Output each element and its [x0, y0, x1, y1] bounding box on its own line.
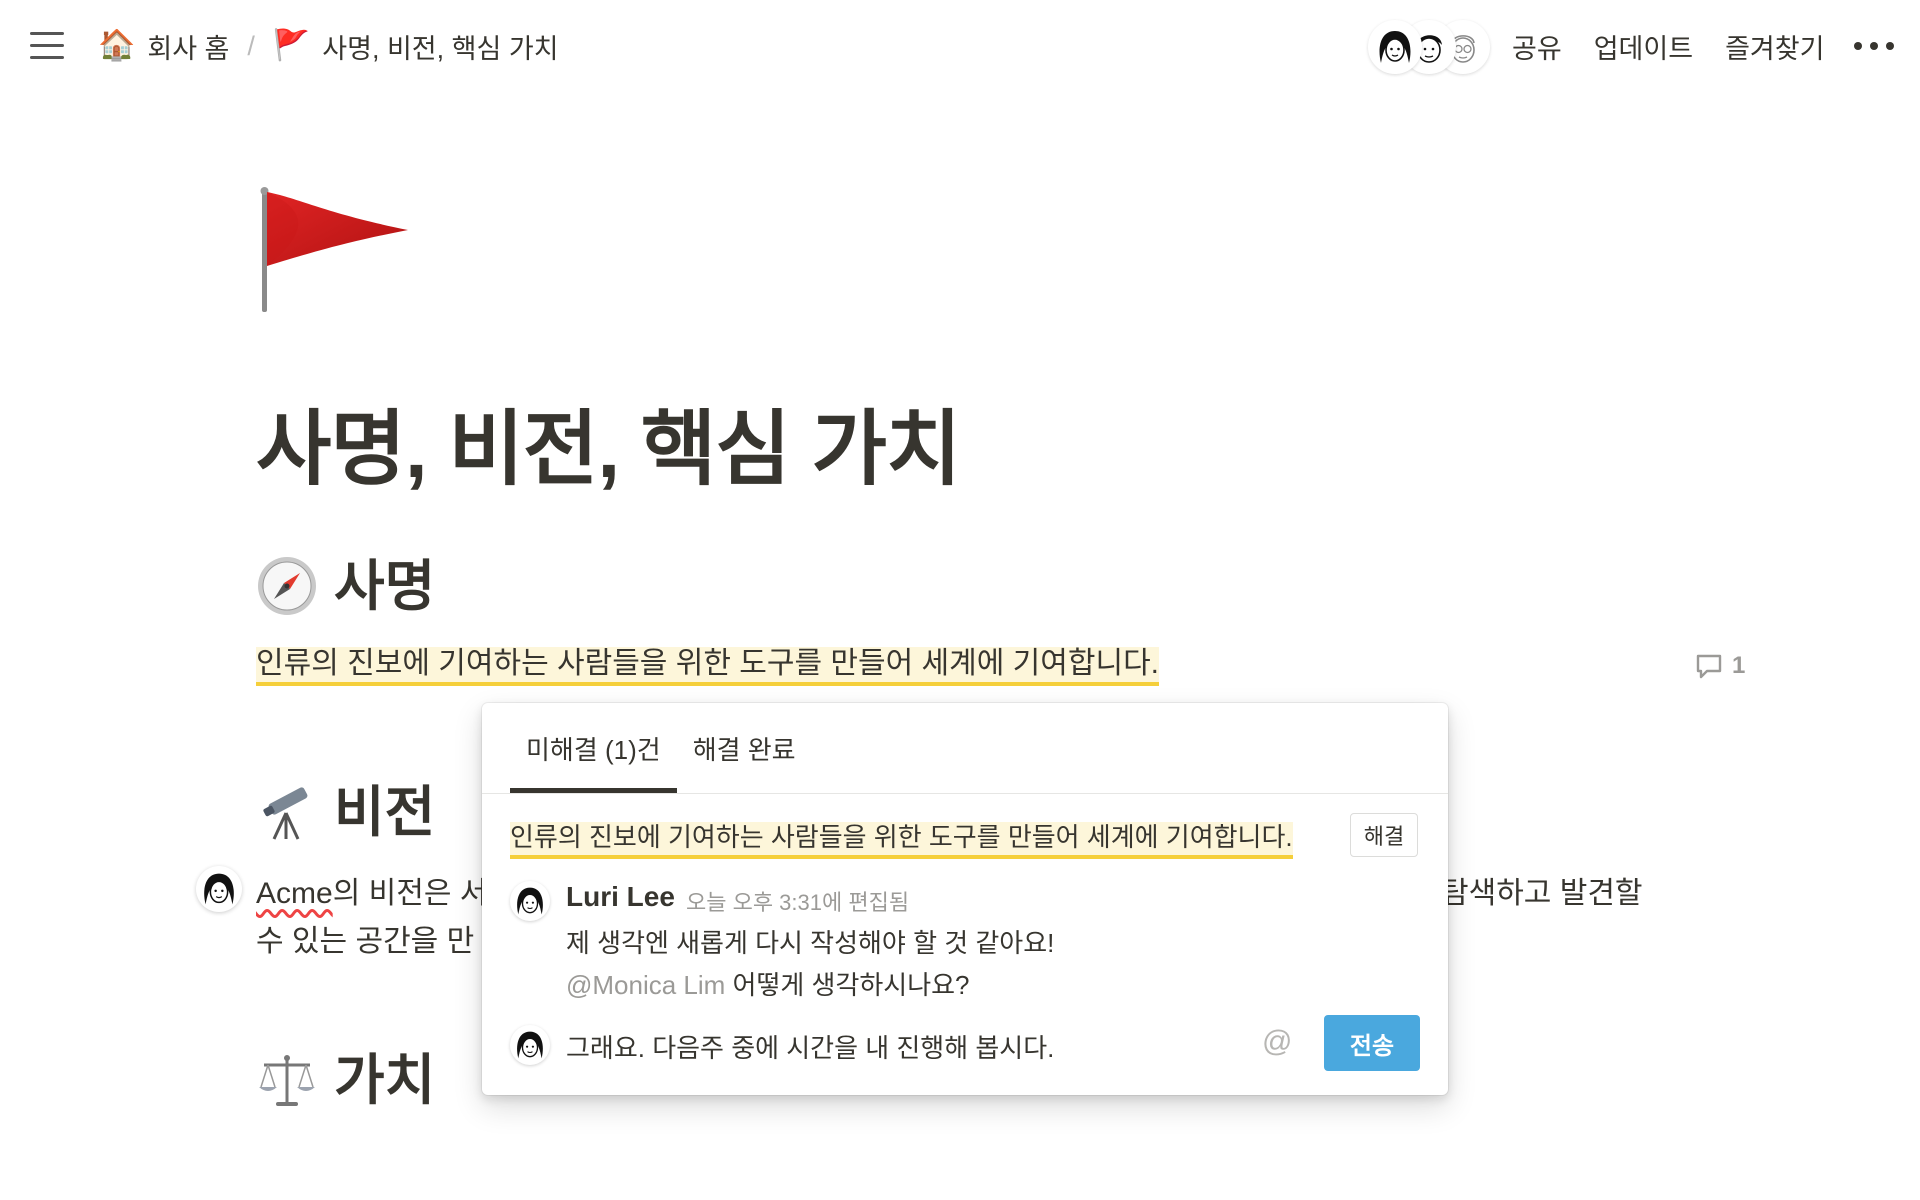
- resolve-button[interactable]: 해결: [1350, 813, 1418, 857]
- comment-popup: 미해결 (1)건 해결 완료 인류의 진보에 기여하는 사람들을 위한 도구를 …: [482, 703, 1448, 1095]
- send-button[interactable]: 전송: [1324, 1015, 1420, 1071]
- share-button[interactable]: 공유: [1512, 27, 1562, 66]
- woman-face-icon: [517, 887, 543, 915]
- dot: [1886, 42, 1894, 50]
- user-mention[interactable]: @Monica Lim: [566, 970, 725, 1000]
- top-actions: 공유 업데이트 즐겨찾기: [1512, 24, 1856, 68]
- red-flag-icon[interactable]: [258, 186, 418, 316]
- values-heading-text: 가치: [334, 1049, 436, 1111]
- compass-icon: [258, 557, 316, 615]
- more-options-button[interactable]: [1854, 30, 1894, 62]
- collaborator-avatars[interactable]: [1368, 20, 1490, 74]
- woman-face-icon: [517, 1031, 543, 1059]
- comment-author-name[interactable]: Luri Lee: [566, 881, 675, 913]
- breadcrumb-label: 사명, 비전, 핵심 가치: [322, 33, 559, 64]
- commented-text-highlight[interactable]: 인류의 진보에 기여하는 사람들을 위한 도구를 만들어 세계에 기여합니다.: [256, 647, 1160, 686]
- avatar[interactable]: [510, 881, 550, 921]
- values-heading: 가치: [256, 1044, 435, 1116]
- mission-paragraph[interactable]: 인류의 진보에 기여하는 사람들을 위한 도구를 만들어 세계에 기여합니다.: [256, 642, 1160, 686]
- dot: [1870, 42, 1878, 50]
- vision-line-1: Acme의 비전은 서: [256, 870, 487, 918]
- comment-body-line-2: @Monica Lim 어떻게 생각하시나요?: [566, 965, 970, 1005]
- breadcrumb-item-company-home[interactable]: 🏠 회사 홈: [98, 27, 229, 66]
- updates-button[interactable]: 업데이트: [1594, 27, 1693, 66]
- quoted-text-highlight: 인류의 진보에 기여하는 사람들을 위한 도구를 만들어 세계에 기여합니다.: [510, 822, 1293, 859]
- divider: [482, 793, 1448, 794]
- breadcrumb-item-current-page[interactable]: 🚩 사명, 비전, 핵심 가치: [273, 27, 559, 66]
- comment-quote: 인류의 진보에 기여하는 사람들을 위한 도구를 만들어 세계에 기여합니다.: [510, 817, 1293, 859]
- breadcrumb-separator: /: [247, 30, 255, 61]
- vision-text-start: 의 비전은: [332, 877, 460, 910]
- breadcrumb: 🏠 회사 홈 / 🚩 사명, 비전, 핵심 가치: [98, 24, 559, 68]
- comment-author-avatar[interactable]: [196, 866, 242, 912]
- avatar[interactable]: [1368, 20, 1422, 74]
- mission-heading-text: 사명: [334, 555, 436, 617]
- woman-face-icon: [204, 873, 234, 905]
- vision-heading: 비전: [256, 776, 435, 848]
- vision-line-1-tail: 탐색하고 발견할: [1441, 877, 1643, 910]
- breadcrumb-label: 회사 홈: [147, 33, 230, 64]
- reply-input[interactable]: [566, 1025, 1226, 1067]
- favorite-button[interactable]: 즐겨찾기: [1725, 27, 1824, 66]
- page-title: 사명, 비전, 핵심 가치: [256, 404, 961, 495]
- sidebar-menu-button[interactable]: [30, 32, 64, 60]
- red-flag-icon: 🚩: [272, 29, 311, 62]
- top-bar: 🏠 회사 홈 / 🚩 사명, 비전, 핵심 가치 공유 업데이트 즐겨찾기: [0, 0, 1920, 92]
- house-icon: 🏠: [98, 29, 136, 62]
- mission-heading: 사명: [256, 550, 435, 622]
- comment-body-line-2-text: 어떻게 생각하시나요?: [725, 970, 970, 1000]
- mention-at-button[interactable]: @: [1262, 1025, 1292, 1059]
- vision-line-2: 수 있는 공간을 만: [256, 925, 475, 958]
- comment-bubble-icon: [1696, 654, 1722, 679]
- comment-body-line-1: 제 생각엔 새롭게 다시 작성해야 할 것 같아요!: [566, 928, 1055, 958]
- vision-heading-text: 비전: [334, 781, 436, 843]
- comment-timestamp: 오늘 오후 3:31에 편집됨: [686, 890, 910, 915]
- telescope-icon: [263, 787, 308, 840]
- avatar: [510, 1025, 550, 1065]
- tab-open-comments[interactable]: 미해결 (1)건: [510, 703, 677, 793]
- comment-tabs: 미해결 (1)건 해결 완료: [510, 703, 796, 793]
- comment-count-button[interactable]: 1: [1694, 648, 1745, 684]
- dot: [1854, 42, 1862, 50]
- scales-icon: [259, 1055, 315, 1106]
- acme-misspelled-word[interactable]: Acme: [256, 877, 333, 910]
- woman-face-icon: [1379, 31, 1411, 63]
- tab-resolved-comments[interactable]: 해결 완료: [677, 703, 796, 793]
- comment-count: 1: [1732, 652, 1746, 679]
